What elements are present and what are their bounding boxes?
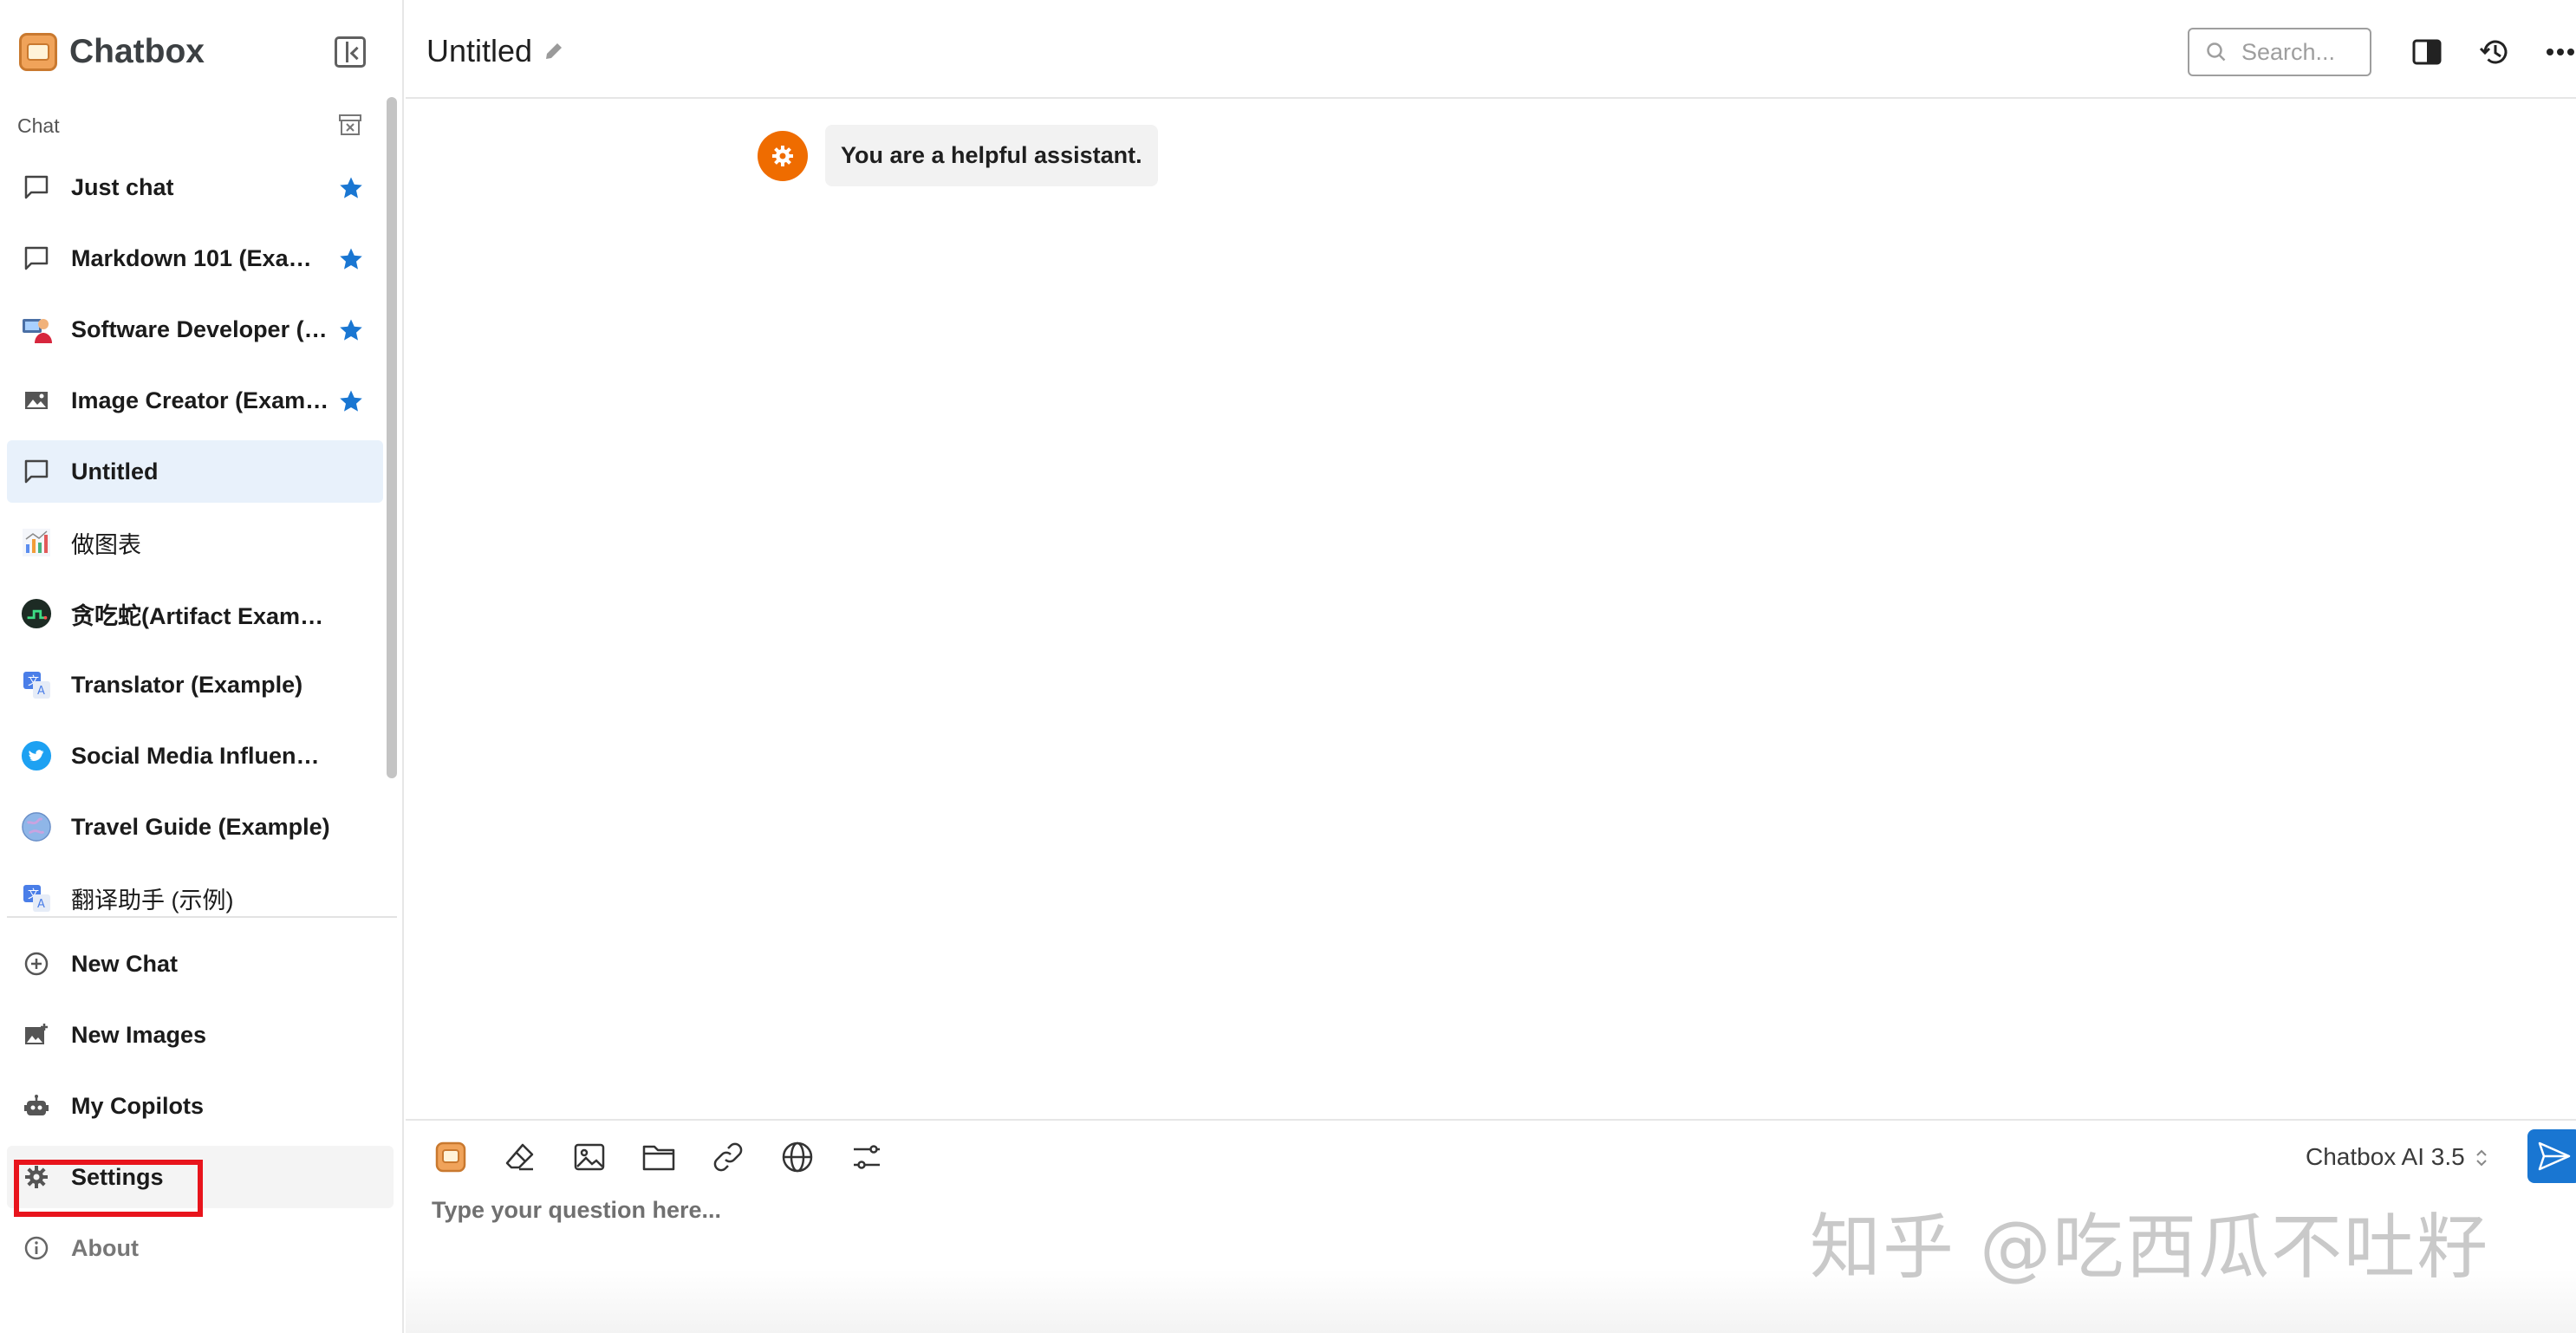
sidebar-scrollbar[interactable] bbox=[387, 97, 397, 778]
session-label: Social Media Influencer (E… bbox=[71, 742, 331, 769]
image-icon bbox=[21, 385, 52, 416]
globe-avatar-icon bbox=[21, 811, 52, 842]
session-item[interactable]: Social Media Influencer (E… bbox=[7, 725, 383, 787]
globe-icon[interactable] bbox=[778, 1138, 816, 1176]
star-icon[interactable] bbox=[338, 388, 364, 414]
session-label: Image Creator (Exam… bbox=[71, 387, 329, 413]
session-label: Travel Guide (Example) bbox=[71, 813, 330, 840]
folder-icon[interactable] bbox=[640, 1138, 678, 1176]
session-label: 贪吃蛇(Artifact Example) bbox=[71, 602, 331, 629]
session-item[interactable]: Image Creator (Exam… bbox=[7, 369, 383, 432]
page-title[interactable]: Untitled bbox=[426, 33, 532, 69]
session-label: Markdown 101 (Exa… bbox=[71, 244, 312, 271]
link-icon[interactable] bbox=[709, 1138, 747, 1176]
settings-highlight-box bbox=[14, 1160, 203, 1217]
session-item[interactable]: 做图表 bbox=[7, 511, 383, 574]
chat-bubble-icon bbox=[21, 243, 52, 274]
about-button[interactable]: About bbox=[7, 1217, 394, 1279]
session-item-selected[interactable]: Untitled bbox=[7, 440, 383, 503]
translate-avatar-icon: 文A bbox=[21, 669, 52, 700]
session-label: Translator (Example) bbox=[71, 671, 303, 698]
svg-text:A: A bbox=[37, 685, 45, 698]
sidebar-divider bbox=[7, 916, 397, 918]
chatbox-logo-icon bbox=[19, 33, 57, 71]
eraser-icon[interactable] bbox=[501, 1138, 539, 1176]
system-message: You are a helpful assistant. bbox=[758, 125, 1158, 186]
watermark: 知乎 @吃西瓜不吐籽 bbox=[1810, 1206, 2490, 1289]
add-circle-icon bbox=[21, 948, 52, 979]
my-copilots-button[interactable]: My Copilots bbox=[7, 1075, 394, 1137]
new-chat-button[interactable]: New Chat bbox=[7, 933, 394, 995]
sidebar: Chatbox Chat Just chat Markdown 101 (Exa… bbox=[0, 0, 404, 1333]
nav-label: My Copilots bbox=[71, 1092, 204, 1119]
settings-avatar-icon bbox=[758, 130, 808, 181]
archive-icon[interactable] bbox=[338, 113, 362, 137]
translate-avatar-icon: 文A bbox=[21, 882, 52, 914]
composer-toolbar bbox=[432, 1138, 917, 1176]
nav-label: New Chat bbox=[71, 950, 179, 977]
nav-label: New Images bbox=[71, 1021, 207, 1048]
star-icon[interactable] bbox=[338, 317, 364, 343]
brand: Chatbox bbox=[19, 31, 205, 73]
info-icon bbox=[21, 1232, 52, 1264]
snake-avatar-icon bbox=[21, 598, 52, 629]
split-view-icon[interactable] bbox=[2410, 35, 2444, 69]
model-selector[interactable]: Chatbox AI 3.5 bbox=[2306, 1143, 2465, 1171]
session-label: 翻译助手 (示例) bbox=[71, 887, 234, 914]
session-item[interactable]: Just chat bbox=[7, 156, 383, 218]
history-icon[interactable] bbox=[2477, 35, 2512, 69]
session-label: Untitled bbox=[71, 458, 159, 484]
question-input[interactable] bbox=[432, 1197, 1818, 1224]
session-label: Just chat bbox=[71, 173, 174, 200]
search-placeholder: Search... bbox=[2241, 38, 2336, 65]
session-label: Software Developer (… bbox=[71, 315, 328, 342]
chart-avatar-icon bbox=[21, 527, 52, 558]
chat-bubble-icon bbox=[21, 172, 52, 203]
chevron-up-down-icon[interactable] bbox=[2474, 1145, 2489, 1171]
twitter-avatar-icon bbox=[21, 740, 52, 771]
app-name: Chatbox bbox=[69, 33, 205, 70]
session-item[interactable]: Travel Guide (Example) bbox=[7, 796, 383, 858]
session-item[interactable]: 文A Translator (Example) bbox=[7, 653, 383, 716]
sidebar-bottom-nav: New Chat New Images My Copilots Settings… bbox=[7, 933, 394, 1288]
new-images-button[interactable]: New Images bbox=[7, 1004, 394, 1066]
search-icon bbox=[2205, 41, 2228, 63]
edit-pencil-icon[interactable] bbox=[543, 40, 565, 62]
session-list: Just chat Markdown 101 (Exa… Software De… bbox=[7, 156, 383, 938]
sliders-icon[interactable] bbox=[848, 1138, 886, 1176]
image-upload-icon[interactable] bbox=[570, 1138, 608, 1176]
session-item[interactable]: Markdown 101 (Exa… bbox=[7, 227, 383, 289]
star-icon[interactable] bbox=[338, 175, 364, 201]
session-item[interactable]: 贪吃蛇(Artifact Example) bbox=[7, 582, 383, 645]
robot-icon bbox=[21, 1090, 52, 1122]
section-label: Chat bbox=[17, 114, 60, 137]
developer-avatar-icon bbox=[21, 314, 52, 345]
nav-label: About bbox=[71, 1234, 139, 1261]
collapse-sidebar-button[interactable] bbox=[335, 36, 366, 68]
svg-text:A: A bbox=[37, 898, 45, 911]
session-label: 做图表 bbox=[71, 531, 141, 558]
session-item[interactable]: Software Developer (… bbox=[7, 298, 383, 361]
star-icon[interactable] bbox=[338, 246, 364, 272]
message-bubble: You are a helpful assistant. bbox=[825, 125, 1158, 186]
more-options-icon[interactable] bbox=[2543, 35, 2576, 69]
send-icon bbox=[2538, 1141, 2571, 1171]
add-image-icon bbox=[21, 1019, 52, 1050]
session-item[interactable]: 文A 翻译助手 (示例) bbox=[7, 867, 383, 929]
header: Untitled Search... bbox=[406, 0, 2576, 99]
search-box[interactable]: Search... bbox=[2188, 28, 2371, 76]
chatbox-logo-icon[interactable] bbox=[432, 1138, 470, 1176]
chat-bubble-icon bbox=[21, 456, 52, 487]
send-button[interactable] bbox=[2527, 1129, 2576, 1183]
